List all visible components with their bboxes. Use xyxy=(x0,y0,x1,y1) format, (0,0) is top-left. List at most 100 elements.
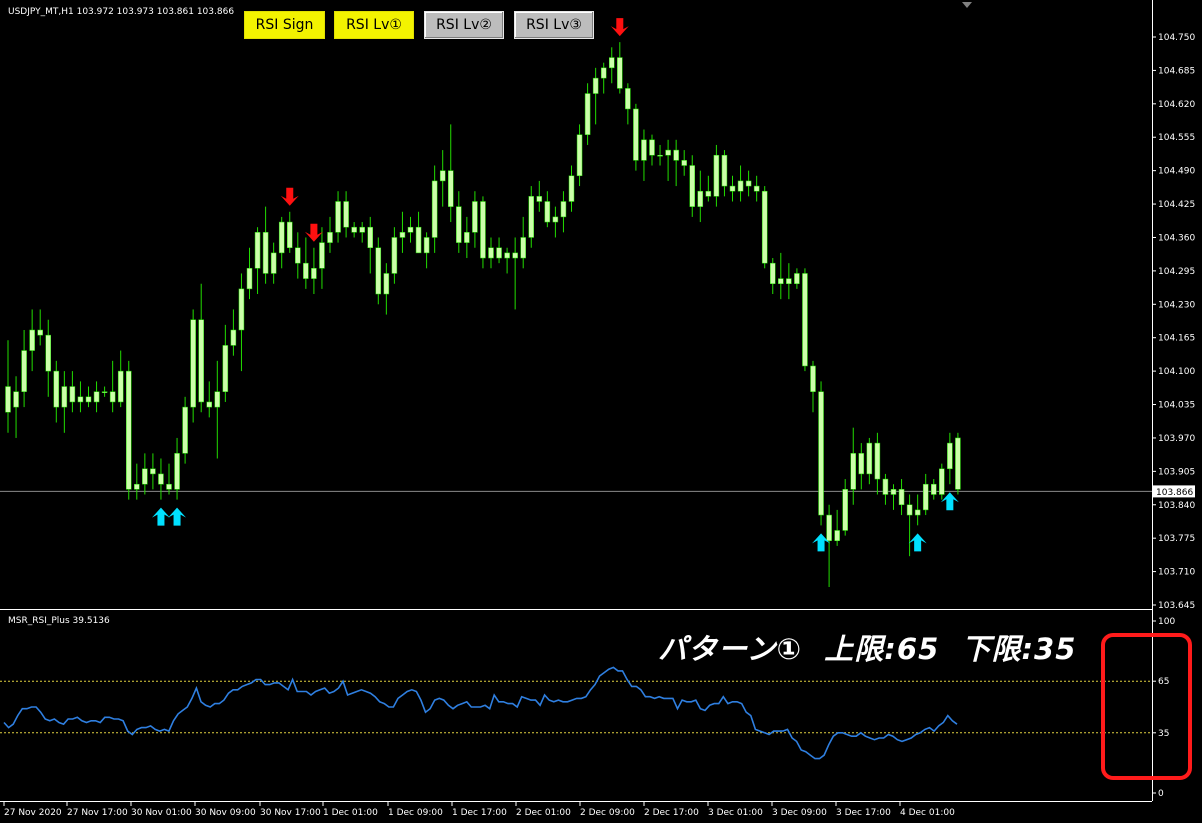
rsi-lv2-button[interactable]: RSI Lv② xyxy=(424,11,504,39)
time-tick-label: 3 Dec 17:00 xyxy=(836,808,891,818)
price-tick-label: 104.620 xyxy=(1158,100,1195,110)
candle-body xyxy=(101,391,108,393)
candle-body xyxy=(745,180,752,187)
time-tick-label: 3 Dec 01:00 xyxy=(708,808,763,818)
rsi-lv1-button[interactable]: RSI Lv① xyxy=(334,11,414,39)
time-tick-label: 27 Nov 17:00 xyxy=(67,808,128,818)
candle-body xyxy=(327,232,333,243)
candle-body xyxy=(721,154,728,187)
candle-body xyxy=(270,252,277,274)
price-tick-label: 103.775 xyxy=(1158,534,1195,544)
candle-body xyxy=(174,453,180,490)
candle-body xyxy=(705,190,712,197)
candle-body xyxy=(311,268,317,279)
candle-body xyxy=(592,77,599,94)
candle-body xyxy=(761,190,768,264)
price-tick-label: 104.490 xyxy=(1158,167,1195,177)
time-tick-label: 4 Dec 01:00 xyxy=(900,808,955,818)
candle-body xyxy=(496,247,502,259)
candle-body xyxy=(697,190,704,207)
indicator-label: MSR_RSI_Plus 39.5136 xyxy=(8,616,110,626)
candle-body xyxy=(158,473,164,485)
candle-body xyxy=(931,483,937,495)
candle-body xyxy=(69,386,76,403)
candle-body xyxy=(431,180,438,238)
candle-body xyxy=(826,514,832,541)
buy-arrow-icon xyxy=(908,533,927,552)
candle-body xyxy=(77,396,84,403)
candle-body xyxy=(343,201,349,228)
candle-body xyxy=(528,196,534,238)
candle-body xyxy=(922,483,929,511)
candle-body xyxy=(134,483,140,490)
candle-body xyxy=(126,370,132,490)
candle-body xyxy=(729,185,736,192)
candle-body xyxy=(850,453,856,490)
candle-body xyxy=(383,273,390,295)
chart-shift-marker-icon[interactable] xyxy=(962,2,972,8)
candle-body xyxy=(641,139,647,161)
price-tick-label: 104.750 xyxy=(1158,33,1195,43)
price-tick-label: 103.645 xyxy=(1158,601,1195,611)
candle-body xyxy=(673,149,679,161)
time-tick-label: 1 Dec 09:00 xyxy=(388,808,443,818)
sell-arrow-icon xyxy=(304,223,323,242)
pattern-title: パターン① 上限:65 下限:35 xyxy=(658,632,1077,666)
candle-body xyxy=(568,175,575,202)
candle-body xyxy=(625,88,631,110)
price-tick-label: 104.360 xyxy=(1158,233,1195,243)
candle-body xyxy=(914,509,921,516)
candle-body xyxy=(584,93,591,135)
current-price-label: 103.866 xyxy=(1153,485,1195,498)
candle-body xyxy=(150,468,156,475)
candle-body xyxy=(335,201,341,233)
candle-body xyxy=(890,489,897,495)
candle-body xyxy=(520,237,526,259)
price-tick-label: 104.165 xyxy=(1158,334,1195,344)
candle-body xyxy=(254,232,261,269)
candle-body xyxy=(544,201,551,223)
candle-body xyxy=(448,170,454,207)
candle-body xyxy=(866,442,873,475)
candle-body xyxy=(858,453,865,475)
price-tick-label: 104.295 xyxy=(1158,267,1195,277)
candle-body xyxy=(222,345,229,392)
candle-body xyxy=(464,232,470,243)
candle-body xyxy=(415,226,422,254)
rsi-lv3-button[interactable]: RSI Lv③ xyxy=(514,11,594,39)
time-tick-label: 30 Nov 01:00 xyxy=(131,808,192,818)
rsi-tick-label: 0 xyxy=(1158,789,1164,799)
candle-body xyxy=(874,442,881,480)
symbol-info: USDJPY_MT,H1 103.972 103.973 103.861 103… xyxy=(8,7,235,17)
candle-body xyxy=(359,226,365,233)
candle-body xyxy=(182,406,188,454)
candle-body xyxy=(238,288,245,331)
candle-body xyxy=(657,154,663,157)
sell-arrow-icon xyxy=(280,187,299,206)
candle-body xyxy=(737,180,744,192)
candle-body xyxy=(117,370,124,403)
candle-body xyxy=(906,504,913,516)
rsi-sign-button[interactable]: RSI Sign xyxy=(244,11,325,39)
candle-body xyxy=(439,170,446,182)
chart-canvas[interactable]: 104.750 104.685 104.620 104.555 104.490 104.4… xyxy=(0,0,1202,823)
candle-body xyxy=(665,149,671,156)
time-tick-label: 2 Dec 09:00 xyxy=(580,808,635,818)
buy-arrow-icon xyxy=(940,492,959,511)
candle-body xyxy=(770,262,776,284)
candle-body xyxy=(287,221,293,249)
candle-body xyxy=(810,365,816,392)
candle-body xyxy=(560,201,567,218)
candle-body xyxy=(166,483,172,490)
candle-body xyxy=(472,201,478,233)
candle-body xyxy=(351,226,357,233)
candle-body xyxy=(681,160,687,166)
candle-body xyxy=(689,165,695,207)
candle-body xyxy=(456,206,462,243)
candle-body xyxy=(939,468,945,495)
price-tick-label: 103.840 xyxy=(1158,501,1195,511)
candle-body xyxy=(600,67,607,79)
candle-body xyxy=(504,252,510,259)
price-tick-label: 103.710 xyxy=(1158,568,1195,578)
candle-body xyxy=(13,391,19,408)
